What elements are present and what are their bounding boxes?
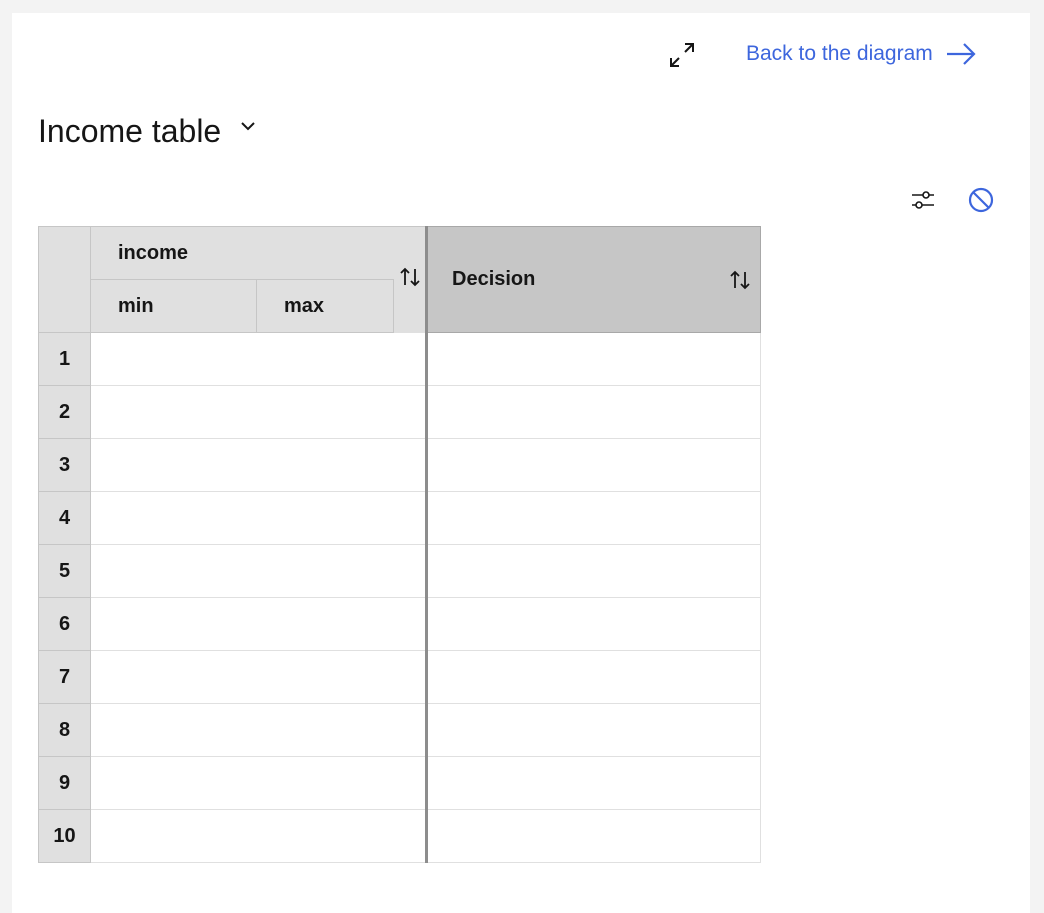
decision-sort-button[interactable] [728, 268, 752, 292]
row-index: 9 [38, 756, 91, 810]
back-to-diagram-link[interactable]: Back to the diagram [746, 39, 977, 69]
row-index: 7 [38, 650, 91, 704]
column-header-income[interactable]: income [90, 226, 394, 280]
income-cell[interactable] [90, 385, 428, 439]
row-index: 8 [38, 703, 91, 757]
chevron-down-icon [241, 121, 255, 130]
sort-icon [399, 267, 420, 287]
column-header-min[interactable]: min [90, 279, 257, 333]
row-index: 10 [38, 809, 91, 863]
income-cell[interactable] [90, 597, 428, 651]
maximize-icon [670, 43, 694, 67]
column-header-income-label: income [118, 241, 189, 264]
row-index: 4 [38, 491, 91, 545]
row-index: 5 [38, 544, 91, 598]
table-tools [908, 185, 996, 215]
income-sort-area [393, 226, 428, 333]
table-settings-button[interactable] [908, 185, 938, 215]
column-header-max[interactable]: max [256, 279, 394, 333]
column-header-decision-inner: Decision [452, 268, 760, 292]
row-index-header [38, 226, 91, 333]
decision-table: income Decision min max 1 2 3 4 5 6 7 8 … [38, 226, 761, 863]
maximize-button[interactable] [664, 37, 700, 73]
decision-cell[interactable] [426, 756, 761, 810]
income-cell[interactable] [90, 650, 428, 704]
decision-cell[interactable] [426, 544, 761, 598]
income-cell[interactable] [90, 332, 428, 386]
decision-cell[interactable] [426, 491, 761, 545]
decision-cell[interactable] [426, 438, 761, 492]
decision-cell[interactable] [426, 332, 761, 386]
table-row: 4 [38, 491, 761, 545]
table-row: 1 [38, 332, 761, 386]
decision-cell[interactable] [426, 703, 761, 757]
arrow-right-icon [946, 43, 976, 65]
table-row: 5 [38, 544, 761, 598]
table-row: 7 [38, 650, 761, 704]
back-link-label: Back to the diagram [746, 42, 933, 65]
table-row: 3 [38, 438, 761, 492]
table-row: 8 [38, 703, 761, 757]
income-cell[interactable] [90, 756, 428, 810]
row-index: 2 [38, 385, 91, 439]
sort-icon [730, 270, 750, 289]
table-row: 6 [38, 597, 761, 651]
row-index: 6 [38, 597, 91, 651]
income-cell[interactable] [90, 491, 428, 545]
income-sort-button[interactable] [398, 265, 422, 289]
decision-table-panel: Back to the diagram Income table income … [12, 13, 1030, 913]
decision-cell[interactable] [426, 650, 761, 704]
row-index: 3 [38, 438, 91, 492]
income-cell[interactable] [90, 438, 428, 492]
row-index: 1 [38, 332, 91, 386]
decision-cell[interactable] [426, 597, 761, 651]
column-header-min-label: min [118, 294, 154, 317]
table-body: 1 2 3 4 5 6 7 8 9 10 [38, 332, 761, 863]
column-header-decision-label: Decision [452, 268, 536, 290]
decision-cell[interactable] [426, 385, 761, 439]
table-row: 9 [38, 756, 761, 810]
title-dropdown-button[interactable] [237, 116, 259, 138]
column-header-max-label: max [284, 294, 325, 317]
table-row: 2 [38, 385, 761, 439]
disable-icon [968, 187, 994, 213]
decision-cell[interactable] [426, 809, 761, 863]
disable-table-button[interactable] [966, 185, 996, 215]
table-row: 10 [38, 809, 761, 863]
income-cell[interactable] [90, 809, 428, 863]
income-cell[interactable] [90, 544, 428, 598]
page-title: Income table [38, 113, 222, 149]
table-title-row: Income table [38, 113, 259, 150]
income-cell[interactable] [90, 703, 428, 757]
column-header-decision[interactable]: Decision [426, 226, 761, 333]
settings-adjust-icon [912, 191, 934, 209]
